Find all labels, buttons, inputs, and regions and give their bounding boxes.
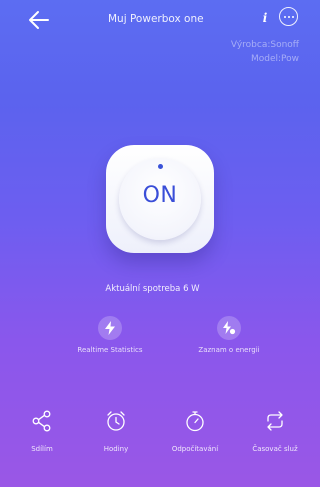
feature-label: Zaznam o energii <box>198 346 260 354</box>
realtime-statistics-button[interactable]: Realtime Statistics <box>60 316 160 354</box>
tab-share[interactable]: Sdílím <box>7 410 77 453</box>
device-info: Výrobca:Sonoff Model:Pow <box>231 38 299 66</box>
tab-label: Sdílím <box>31 445 53 453</box>
bottom-toolbar: Sdílím Hodiny Odpočítavání Časovač služ <box>0 410 305 487</box>
power-state-label: ON <box>142 183 178 208</box>
tab-timer-service[interactable]: Časovač služ <box>240 410 310 453</box>
consumption-text: Aktuální spotreba 6 W <box>105 284 200 294</box>
energy-record-icon <box>217 316 241 340</box>
lightning-icon <box>98 316 122 340</box>
alarm-clock-icon <box>107 411 125 431</box>
more-dots-icon[interactable] <box>279 7 298 26</box>
share-icon <box>32 410 51 432</box>
model-text: Model:Pow <box>250 54 299 64</box>
stopwatch-icon <box>186 411 204 432</box>
power-toggle[interactable]: ON <box>106 145 214 253</box>
power-button[interactable]: ON <box>106 145 214 253</box>
tab-clock[interactable]: Hodiny <box>81 410 151 453</box>
page-title: Muj Powerbox one <box>108 13 204 25</box>
info-icon[interactable]: i <box>259 9 271 27</box>
arrow-left-icon[interactable] <box>28 10 50 30</box>
tab-label: Hodiny <box>103 445 129 453</box>
energy-record-button[interactable]: Zaznam o energii <box>179 316 279 354</box>
feature-label: Realtime Statistics <box>77 346 143 354</box>
manufacturer-text: Výrobca:Sonoff <box>230 40 299 50</box>
power-indicator-dot <box>158 164 163 169</box>
tab-label: Časovač služ <box>252 445 298 453</box>
loop-icon <box>267 411 283 431</box>
tab-countdown[interactable]: Odpočítavání <box>160 410 230 453</box>
header: Muj Powerbox one i <box>0 0 305 40</box>
tab-label: Odpočítavání <box>171 445 219 453</box>
